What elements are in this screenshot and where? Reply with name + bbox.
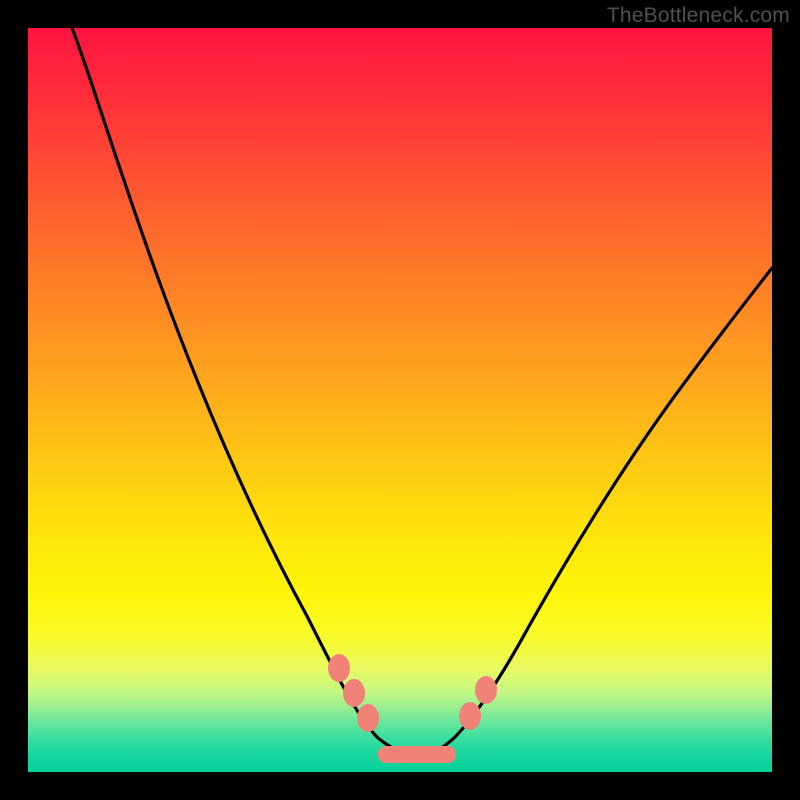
curve-svg [28,28,772,772]
plot-area [28,28,772,772]
marker-dot-left-2 [343,679,365,707]
marker-dot-right-1 [459,702,481,730]
bottleneck-curve [72,28,772,755]
marker-dot-left-3 [357,704,379,732]
marker-dot-right-2 [475,676,497,704]
frame: TheBottleneck.com [0,0,800,800]
marker-dot-left-1 [328,654,350,682]
watermark-text: TheBottleneck.com [607,4,790,28]
marker-bottom-bar [378,746,456,763]
